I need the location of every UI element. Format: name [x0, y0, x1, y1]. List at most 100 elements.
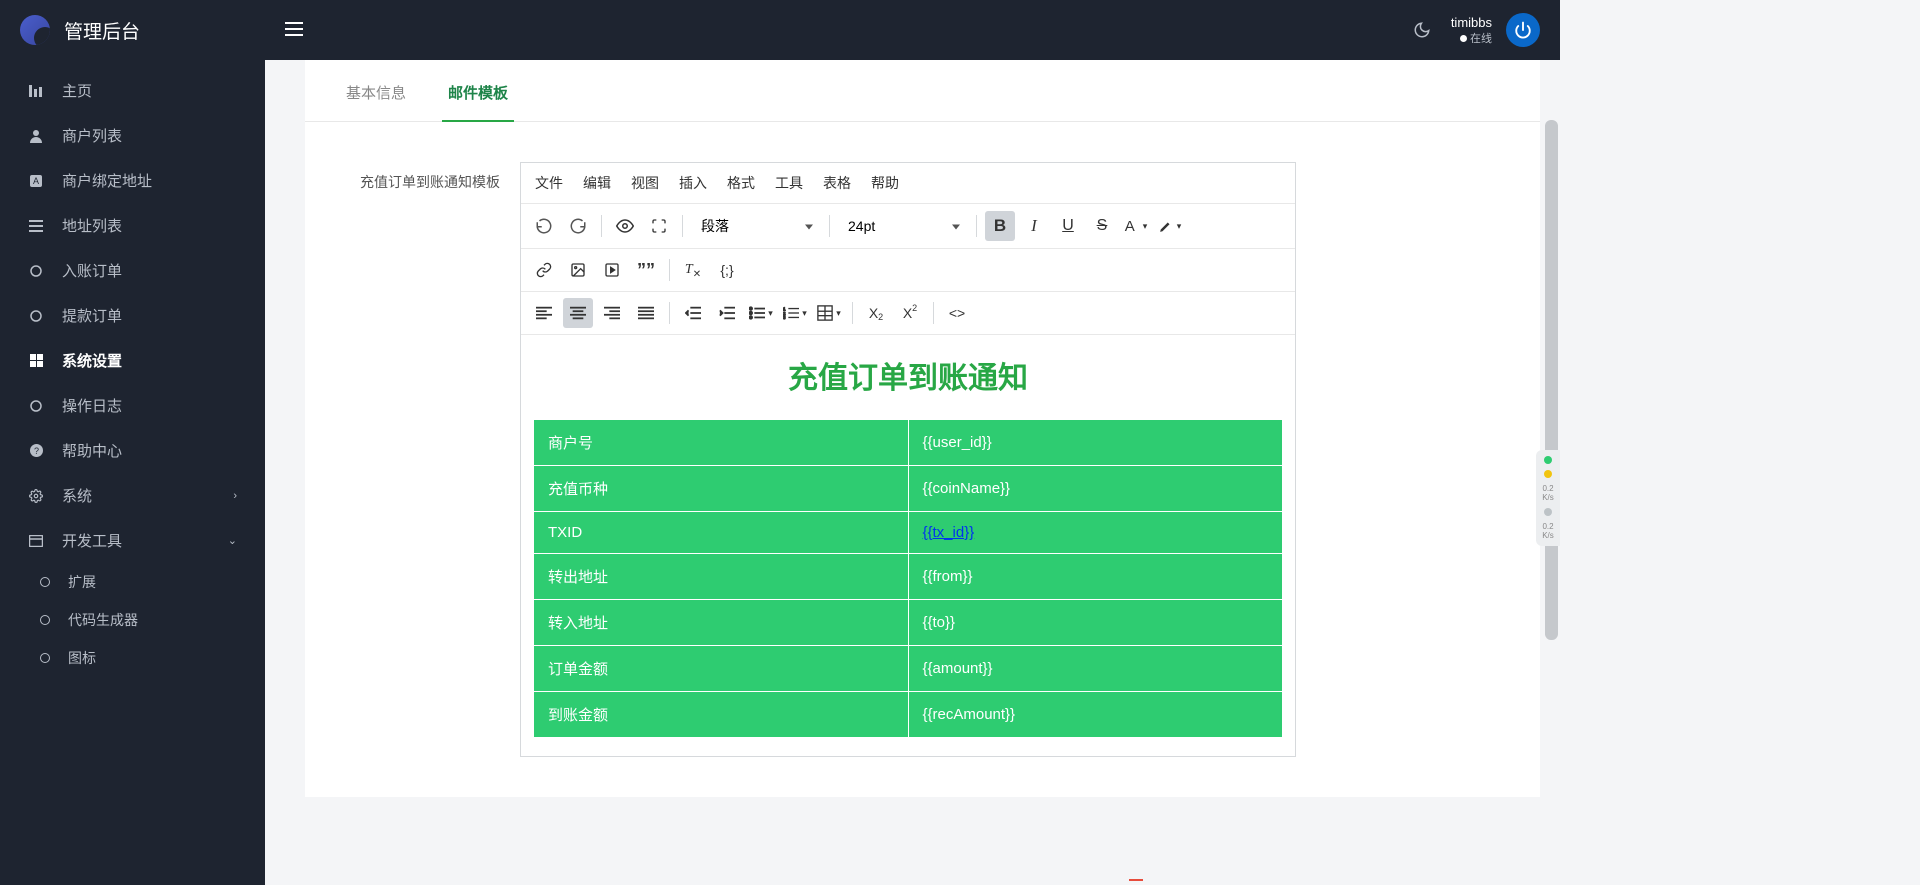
row-key: 商户号	[534, 420, 909, 466]
sidebar-item-6[interactable]: 系统设置	[0, 338, 265, 383]
sidebar-item-7[interactable]: 操作日志	[0, 383, 265, 428]
strikethrough-button[interactable]: S	[1087, 211, 1117, 241]
code-sample-button[interactable]: {;}	[712, 255, 742, 285]
clear-format-button[interactable]: T✕	[678, 255, 708, 285]
link-icon: A	[28, 174, 44, 188]
row-key: 转出地址	[534, 554, 909, 600]
media-button[interactable]	[597, 255, 627, 285]
editor-toolbar-row-3: ▾ 123▾ ▾ X2 X2 <>	[521, 292, 1295, 335]
row-key: 充值币种	[534, 466, 909, 512]
menu-4[interactable]: 格式	[727, 173, 755, 193]
sidebar-subitem-1[interactable]: 代码生成器	[0, 601, 265, 639]
row-value: {{to}}	[908, 600, 1283, 646]
font-size-select[interactable]: 24pt	[838, 212, 968, 240]
sidebar-subitem-2[interactable]: 图标	[0, 639, 265, 677]
sidebar-subitem-0[interactable]: 扩展	[0, 563, 265, 601]
sidebar-item-label: 商户绑定地址	[62, 170, 152, 191]
menu-0[interactable]: 文件	[535, 173, 563, 193]
sidebar-item-8[interactable]: ?帮助中心	[0, 428, 265, 473]
tab-1[interactable]: 邮件模板	[442, 60, 514, 121]
outdent-button[interactable]	[678, 298, 708, 328]
editor-body[interactable]: 充值订单到账通知 商户号{{user_id}}充值币种{{coinName}}T…	[521, 335, 1295, 756]
indent-button[interactable]	[712, 298, 742, 328]
circle-icon	[28, 310, 44, 322]
circle-icon	[28, 400, 44, 412]
content-card: 基本信息邮件模板 充值订单到账通知模板 文件编辑视图插入格式工具表格帮助 段落	[305, 60, 1540, 797]
bold-button[interactable]: B	[985, 211, 1015, 241]
sidebar-item-5[interactable]: 提款订单	[0, 293, 265, 338]
row-value: {{tx_id}}	[908, 512, 1283, 554]
table-row: 到账金额{{recAmount}}	[534, 692, 1283, 738]
underline-button[interactable]: U	[1053, 211, 1083, 241]
circle-icon	[28, 265, 44, 277]
txid-link[interactable]: {{tx_id}}	[923, 524, 975, 541]
align-left-button[interactable]	[529, 298, 559, 328]
windows-icon	[28, 354, 44, 367]
align-justify-button[interactable]	[631, 298, 661, 328]
redo-button[interactable]	[563, 211, 593, 241]
sidebar-item-1[interactable]: 商户列表	[0, 113, 265, 158]
sidebar-item-label: 提款订单	[62, 305, 122, 326]
sidebar: 管理后台 主页商户列表 A 商户绑定地址地址列表入账订单提款订单系统设置操作日志?帮…	[0, 0, 265, 885]
sidebar-header: 管理后台	[0, 0, 265, 60]
row-value: {{recAmount}}	[908, 692, 1283, 738]
dark-mode-toggle[interactable]	[1407, 15, 1437, 45]
user-name: timibbs	[1451, 15, 1492, 30]
italic-button[interactable]: I	[1019, 211, 1049, 241]
align-center-button[interactable]	[563, 298, 593, 328]
sidebar-item-10[interactable]: 开发工具⌄	[0, 518, 265, 563]
editor-toolbar-row-2: ”” T✕ {;}	[521, 249, 1295, 292]
menu-3[interactable]: 插入	[679, 173, 707, 193]
menu-1[interactable]: 编辑	[583, 173, 611, 193]
subscript-button[interactable]: X2	[861, 298, 891, 328]
text-color-button[interactable]: A▾	[1121, 211, 1151, 241]
menu-7[interactable]: 帮助	[871, 173, 899, 193]
row-key: TXID	[534, 512, 909, 554]
sidebar-item-3[interactable]: 地址列表	[0, 203, 265, 248]
table-row: 订单金额{{amount}}	[534, 646, 1283, 692]
template-table: 商户号{{user_id}}充值币种{{coinName}}TXID{{tx_i…	[533, 419, 1283, 738]
gear-icon	[28, 489, 44, 503]
link-button[interactable]	[529, 255, 559, 285]
undo-button[interactable]	[529, 211, 559, 241]
tabs: 基本信息邮件模板	[305, 60, 1540, 122]
sidebar-item-0[interactable]: 主页	[0, 68, 265, 113]
tab-0[interactable]: 基本信息	[340, 60, 412, 121]
sidebar-item-2[interactable]: A 商户绑定地址	[0, 158, 265, 203]
sidebar-item-9[interactable]: 系统›	[0, 473, 265, 518]
superscript-button[interactable]: X2	[895, 298, 925, 328]
help-icon: ?	[28, 444, 44, 457]
fullscreen-button[interactable]	[644, 211, 674, 241]
image-button[interactable]	[563, 255, 593, 285]
table-row: 转入地址{{to}}	[534, 600, 1283, 646]
chevron-right-icon: ›	[233, 490, 237, 502]
menu-6[interactable]: 表格	[823, 173, 851, 193]
table-button[interactable]: ▾	[814, 298, 844, 328]
circle-icon	[40, 615, 50, 625]
sidebar-item-4[interactable]: 入账订单	[0, 248, 265, 293]
align-right-button[interactable]	[597, 298, 627, 328]
chevron-down-icon: ⌄	[228, 534, 237, 547]
power-button[interactable]	[1506, 13, 1540, 47]
sidebar-item-label: 商户列表	[62, 125, 122, 146]
row-value: {{coinName}}	[908, 466, 1283, 512]
status-dot-icon	[1460, 35, 1467, 42]
bullet-list-button[interactable]: ▾	[746, 298, 776, 328]
user-status: 在线	[1451, 30, 1492, 46]
number-list-button[interactable]: 123▾	[780, 298, 810, 328]
blockquote-button[interactable]: ””	[631, 255, 661, 285]
list-icon	[28, 220, 44, 232]
editor-menubar: 文件编辑视图插入格式工具表格帮助	[521, 163, 1295, 204]
app-title: 管理后台	[64, 17, 140, 44]
preview-button[interactable]	[610, 211, 640, 241]
main: timibbs 在线 基本信息邮件模板 充值订单到账通知模板 文件编辑视图插入格…	[265, 0, 1560, 885]
source-code-button[interactable]: <>	[942, 298, 972, 328]
table-row: 充值币种{{coinName}}	[534, 466, 1283, 512]
block-format-select[interactable]: 段落	[691, 210, 821, 242]
circle-icon	[40, 653, 50, 663]
menu-5[interactable]: 工具	[775, 173, 803, 193]
menu-2[interactable]: 视图	[631, 173, 659, 193]
scrollbar-thumb[interactable]	[1545, 120, 1558, 640]
menu-toggle-button[interactable]	[285, 22, 303, 39]
highlight-button[interactable]: ▾	[1155, 211, 1185, 241]
